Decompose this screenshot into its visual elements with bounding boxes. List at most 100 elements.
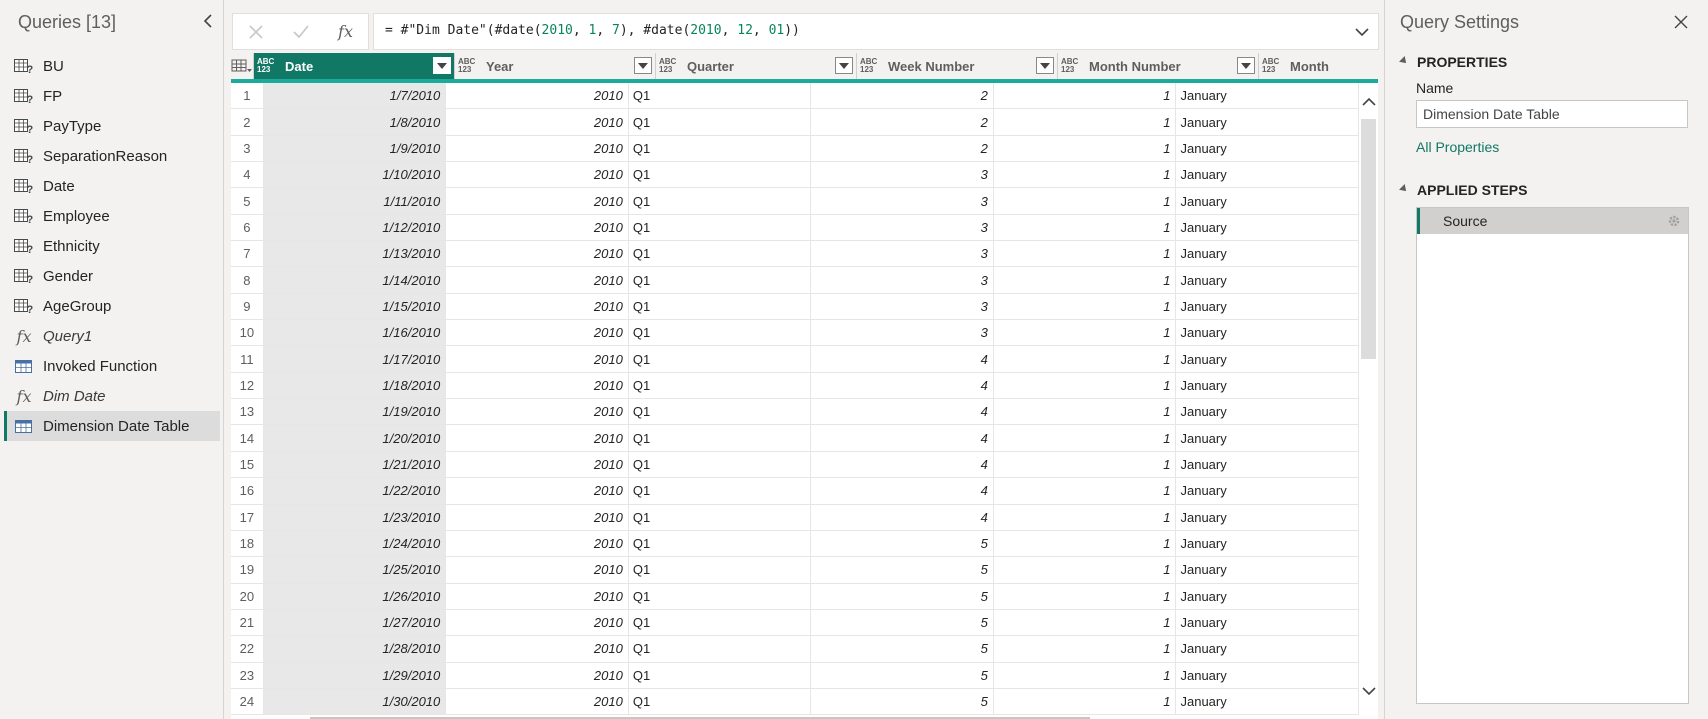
month-number-cell[interactable]: 1 [994,504,1177,530]
column-filter-button[interactable] [433,57,451,74]
quarter-cell[interactable]: Q1 [629,478,812,504]
week-number-cell[interactable]: 4 [811,372,994,399]
month-cell[interactable]: January [1176,135,1359,162]
quarter-cell[interactable]: Q1 [629,83,812,109]
date-cell[interactable]: 1/8/2010 [263,109,447,135]
query-item[interactable]: ? Date [4,171,220,201]
date-cell[interactable]: 1/14/2010 [263,267,447,293]
year-cell[interactable]: 2010 [446,399,629,425]
month-cell[interactable]: January [1176,583,1359,609]
month-cell[interactable]: January [1176,267,1359,293]
month-cell[interactable]: January [1176,214,1359,241]
any-type-icon[interactable]: ABC 123 [1262,58,1282,74]
month-number-cell[interactable]: 1 [994,478,1177,504]
week-number-cell[interactable]: 4 [811,425,994,451]
month-cell[interactable]: January [1176,83,1359,109]
month-number-cell[interactable]: 1 [994,188,1177,214]
year-cell[interactable]: 2010 [446,214,629,241]
any-type-icon[interactable]: ABC 123 [458,58,478,74]
formula-text[interactable]: = #"Dim Date"(#date(2010, 1, 7), #date(2… [385,23,800,38]
column-filter-button[interactable] [634,57,652,74]
column-header[interactable]: ABC 123 Date [254,53,455,79]
row-number[interactable]: 24 [231,688,264,715]
quarter-cell[interactable]: Q1 [629,135,812,162]
month-number-cell[interactable]: 1 [994,214,1177,241]
query-item[interactable]: Dimension Date Table [4,411,220,441]
row-number[interactable]: 9 [231,293,264,320]
column-header[interactable]: ABC 123 Month [1259,53,1378,79]
month-number-cell[interactable]: 1 [994,451,1177,478]
week-number-cell[interactable]: 5 [811,530,994,557]
quarter-cell[interactable]: Q1 [629,109,812,135]
column-header[interactable]: ABC 123 Month Number [1058,53,1259,79]
any-type-icon[interactable]: ABC 123 [257,58,277,74]
month-number-cell[interactable]: 1 [994,267,1177,293]
row-number[interactable]: 7 [231,241,264,267]
year-cell[interactable]: 2010 [446,346,629,372]
month-number-cell[interactable]: 1 [994,109,1177,135]
month-cell[interactable]: January [1176,609,1359,636]
week-number-cell[interactable]: 3 [811,162,994,188]
formula-input[interactable]: = #"Dim Date"(#date(2010, 1, 7), #date(2… [373,13,1379,50]
quarter-cell[interactable]: Q1 [629,241,812,267]
scroll-down-button[interactable] [1359,683,1378,699]
month-cell[interactable]: January [1176,162,1359,188]
year-cell[interactable]: 2010 [446,241,629,267]
week-number-cell[interactable]: 2 [811,135,994,162]
year-cell[interactable]: 2010 [446,609,629,636]
date-cell[interactable]: 1/11/2010 [263,188,447,214]
row-number[interactable]: 8 [231,267,264,293]
month-cell[interactable]: January [1176,636,1359,662]
scroll-up-button[interactable] [1359,93,1378,109]
column-filter-button[interactable] [1237,57,1255,74]
row-number[interactable]: 23 [231,662,264,688]
year-cell[interactable]: 2010 [446,293,629,320]
quarter-cell[interactable]: Q1 [629,530,812,557]
cancel-formula-button[interactable] [233,14,278,49]
row-number[interactable]: 13 [231,399,264,425]
week-number-cell[interactable]: 5 [811,636,994,662]
row-number[interactable]: 18 [231,530,264,557]
week-number-cell[interactable]: 5 [811,557,994,583]
date-cell[interactable]: 1/12/2010 [263,214,447,241]
row-number[interactable]: 4 [231,162,264,188]
month-number-cell[interactable]: 1 [994,425,1177,451]
date-cell[interactable]: 1/23/2010 [263,504,447,530]
year-cell[interactable]: 2010 [446,162,629,188]
quarter-cell[interactable]: Q1 [629,609,812,636]
week-number-cell[interactable]: 4 [811,451,994,478]
row-number[interactable]: 22 [231,636,264,662]
month-cell[interactable]: January [1176,188,1359,214]
query-item[interactable]: ? Ethnicity [4,231,220,261]
date-cell[interactable]: 1/9/2010 [263,135,447,162]
month-number-cell[interactable]: 1 [994,399,1177,425]
row-number[interactable]: 11 [231,346,264,372]
month-number-cell[interactable]: 1 [994,688,1177,715]
month-number-cell[interactable]: 1 [994,530,1177,557]
week-number-cell[interactable]: 3 [811,188,994,214]
date-cell[interactable]: 1/30/2010 [263,688,447,715]
quarter-cell[interactable]: Q1 [629,636,812,662]
week-number-cell[interactable]: 5 [811,583,994,609]
quarter-cell[interactable]: Q1 [629,425,812,451]
date-cell[interactable]: 1/22/2010 [263,478,447,504]
date-cell[interactable]: 1/25/2010 [263,557,447,583]
month-cell[interactable]: January [1176,557,1359,583]
query-item[interactable]: ? Gender [4,261,220,291]
close-settings-button[interactable] [1670,11,1692,33]
month-cell[interactable]: January [1176,320,1359,346]
row-number[interactable]: 2 [231,109,264,135]
month-number-cell[interactable]: 1 [994,662,1177,688]
column-filter-button[interactable] [835,57,853,74]
week-number-cell[interactable]: 5 [811,662,994,688]
query-item[interactable]: ? Employee [4,201,220,231]
date-cell[interactable]: 1/18/2010 [263,372,447,399]
year-cell[interactable]: 2010 [446,662,629,688]
week-number-cell[interactable]: 5 [811,688,994,715]
year-cell[interactable]: 2010 [446,504,629,530]
date-cell[interactable]: 1/13/2010 [263,241,447,267]
date-cell[interactable]: 1/27/2010 [263,609,447,636]
row-number[interactable]: 15 [231,451,264,478]
date-cell[interactable]: 1/21/2010 [263,451,447,478]
applied-step[interactable]: Source [1417,208,1688,234]
